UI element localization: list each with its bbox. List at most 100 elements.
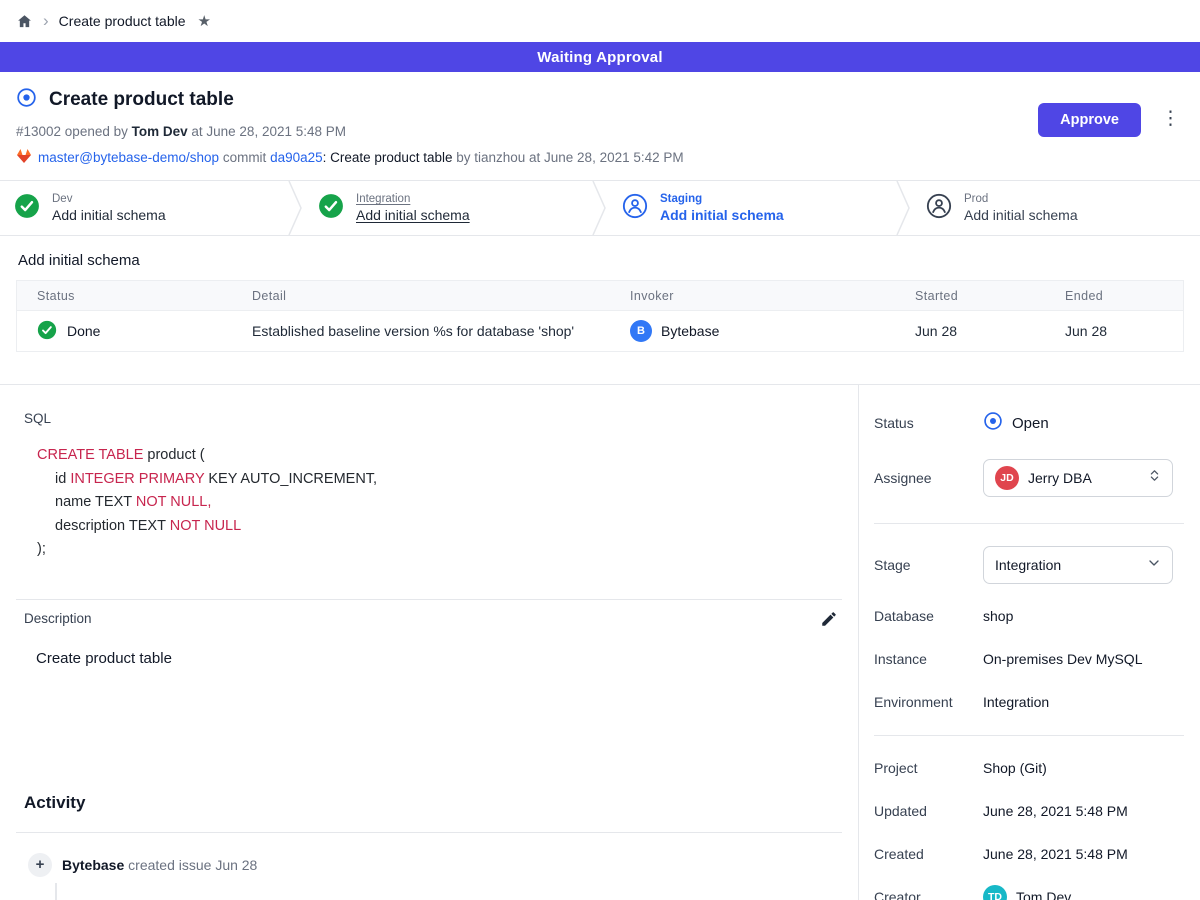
person-circle-icon — [926, 193, 952, 224]
stage-env-label: Prod — [964, 193, 1078, 205]
check-circle-icon — [14, 193, 40, 224]
task-detail: Established baseline version %s for data… — [232, 323, 610, 339]
stage-task-link[interactable]: Add initial schema — [52, 207, 166, 223]
created-label: Created — [874, 846, 983, 862]
open-status-icon — [983, 411, 1003, 435]
page-title: Create product table — [49, 89, 234, 111]
branch-repo-link[interactable]: master@bytebase-demo/shop — [38, 150, 219, 165]
sql-text: ); — [37, 541, 46, 557]
commit-byline: by tianzhou at June 28, 2021 5:42 PM — [452, 150, 683, 165]
updated-value: June 28, 2021 5:48 PM — [983, 803, 1128, 819]
stage-select[interactable]: Integration — [983, 546, 1173, 584]
commit-info: master@bytebase-demo/shop commit da90a25… — [16, 148, 684, 167]
column-ended: Ended — [1045, 289, 1183, 303]
divider — [16, 599, 842, 600]
gitlab-icon — [16, 148, 32, 167]
plus-icon: + — [28, 853, 52, 877]
breadcrumb: › Create product table ★ — [0, 0, 1200, 42]
stage-task-link[interactable]: Add initial schema — [964, 207, 1078, 223]
home-icon[interactable] — [16, 13, 33, 30]
sql-text: id — [55, 471, 70, 487]
stage-separator-icon — [592, 181, 608, 235]
column-detail: Detail — [232, 289, 610, 303]
description-label: Description — [24, 611, 92, 626]
chevron-updown-icon — [1147, 468, 1162, 488]
avatar: B — [630, 320, 652, 342]
stage-separator-icon — [288, 181, 304, 235]
stage-prod[interactable]: Prod Add initial schema — [912, 181, 1200, 235]
sql-text: KEY AUTO_INCREMENT, — [204, 471, 377, 487]
avatar: JD — [995, 466, 1019, 490]
activity-item: + Bytebase created issue Jun 28 — [16, 853, 858, 877]
open-status-icon — [16, 87, 37, 113]
creator-value: Tom Dev — [1016, 889, 1071, 900]
sql-keyword: CREATE TABLE — [37, 447, 143, 463]
assignee-label: Assignee — [874, 470, 983, 486]
pipeline-stages: Dev Add initial schema Integration Add i… — [0, 180, 1200, 236]
stage-env-label: Dev — [52, 193, 166, 205]
database-value: shop — [983, 608, 1013, 624]
commit-word: commit — [223, 150, 267, 165]
task-ended: Jun 28 — [1045, 323, 1183, 339]
stage-integration[interactable]: Integration Add initial schema — [304, 181, 592, 235]
stage-env-label: Staging — [660, 193, 784, 205]
table-header: Status Detail Invoker Started Ended — [17, 281, 1183, 311]
task-status: Done — [67, 323, 100, 339]
issue-author: Tom Dev — [132, 124, 188, 139]
invoker-name: Bytebase — [661, 323, 719, 339]
more-actions-icon[interactable]: ⋮ — [1157, 103, 1184, 134]
assignee-select[interactable]: JD Jerry DBA — [983, 459, 1173, 497]
sql-label: SQL — [24, 385, 858, 426]
column-started: Started — [895, 289, 1045, 303]
updated-label: Updated — [874, 803, 983, 819]
stage-task-link[interactable]: Add initial schema — [660, 207, 784, 223]
sql-keyword: NOT NULL, — [136, 494, 211, 510]
created-value: June 28, 2021 5:48 PM — [983, 846, 1128, 862]
assignee-value: Jerry DBA — [1028, 470, 1138, 486]
column-invoker: Invoker — [610, 289, 895, 303]
chevron-down-icon — [1146, 555, 1162, 576]
sql-text: name TEXT — [55, 494, 136, 510]
stage-task-link[interactable]: Add initial schema — [356, 207, 470, 223]
sql-text: description TEXT — [55, 518, 170, 534]
environment-value: Integration — [983, 694, 1049, 710]
sql-text: product ( — [143, 447, 204, 463]
favorite-star-icon[interactable]: ★ — [198, 12, 211, 30]
environment-label: Environment — [874, 694, 983, 710]
instance-value: On-premises Dev MySQL — [983, 651, 1142, 667]
sql-code-block: CREATE TABLE product ( id INTEGER PRIMAR… — [37, 444, 858, 562]
edit-pencil-icon[interactable] — [820, 610, 838, 628]
stage-label: Stage — [874, 557, 983, 573]
project-label: Project — [874, 760, 983, 776]
sql-keyword: INTEGER PRIMARY — [70, 471, 204, 487]
person-circle-icon — [622, 193, 648, 224]
check-circle-icon — [318, 193, 344, 224]
stage-separator-icon — [896, 181, 912, 235]
task-heading: Add initial schema — [18, 252, 1184, 269]
timeline-line — [55, 883, 57, 900]
issue-open-time: at June 28, 2021 5:48 PM — [188, 124, 346, 139]
breadcrumb-separator-icon: › — [43, 12, 49, 29]
issue-sidebar: Status Open Assignee JD Jerry DBA — [858, 385, 1200, 900]
activity-heading: Activity — [24, 793, 858, 813]
task-started: Jun 28 — [895, 323, 1045, 339]
status-value: Open — [1012, 415, 1049, 432]
issue-header: Create product table #13002 opened by To… — [0, 72, 1200, 180]
status-banner: Waiting Approval — [0, 42, 1200, 72]
stage-value: Integration — [995, 557, 1137, 573]
sql-keyword: NOT NULL — [170, 518, 241, 534]
task-section: Add initial schema Status Detail Invoker… — [0, 252, 1200, 384]
description-content: Create product table — [36, 650, 858, 667]
avatar: TD — [983, 885, 1007, 900]
check-circle-icon — [37, 320, 57, 343]
commit-hash-link[interactable]: da90a25 — [270, 150, 323, 165]
stage-staging[interactable]: Staging Add initial schema — [608, 181, 896, 235]
approve-button[interactable]: Approve — [1038, 103, 1141, 137]
main-panel: SQL CREATE TABLE product ( id INTEGER PR… — [0, 385, 858, 900]
breadcrumb-title: Create product table — [59, 13, 186, 29]
stage-dev[interactable]: Dev Add initial schema — [0, 181, 288, 235]
divider — [874, 735, 1184, 736]
stage-env-link[interactable]: Integration — [356, 193, 470, 205]
column-status: Status — [17, 289, 232, 303]
issue-number: #13002 opened by — [16, 124, 128, 139]
